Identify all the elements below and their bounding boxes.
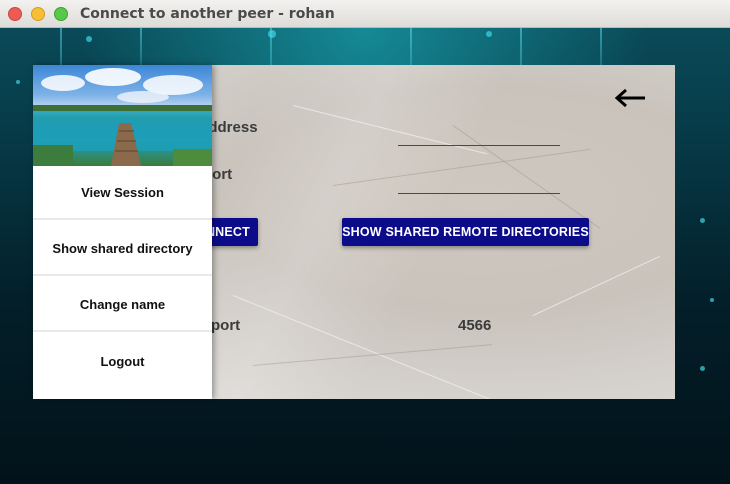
drawer-header-image bbox=[33, 65, 212, 166]
port-input[interactable] bbox=[398, 169, 560, 194]
window-title: Connect to another peer - rohan bbox=[80, 6, 335, 22]
window-titlebar: Connect to another peer - rohan bbox=[0, 0, 730, 28]
drawer-item-change-name[interactable]: Change name bbox=[33, 278, 212, 332]
drawer-item-label: Logout bbox=[100, 353, 145, 369]
show-shared-remote-directories-button[interactable]: SHOW SHARED REMOTE DIRECTORIES bbox=[342, 218, 589, 246]
minimize-window-button[interactable] bbox=[31, 7, 45, 21]
drawer-item-show-shared-directory[interactable]: Show shared directory bbox=[33, 222, 212, 276]
navigation-drawer: View Session Show shared directory Chang… bbox=[33, 65, 212, 399]
drawer-item-view-session[interactable]: View Session bbox=[33, 166, 212, 220]
drawer-item-label: View Session bbox=[81, 184, 164, 200]
maximize-window-button[interactable] bbox=[54, 7, 68, 21]
back-arrow-icon[interactable] bbox=[613, 87, 647, 109]
your-port-value: 4566 bbox=[458, 317, 492, 334]
drawer-item-label: Change name bbox=[79, 296, 166, 312]
drawer-item-logout[interactable]: Logout bbox=[33, 334, 212, 388]
close-window-button[interactable] bbox=[8, 7, 22, 21]
ip-address-input[interactable] bbox=[398, 121, 560, 146]
drawer-item-label: Show shared directory bbox=[52, 240, 193, 256]
